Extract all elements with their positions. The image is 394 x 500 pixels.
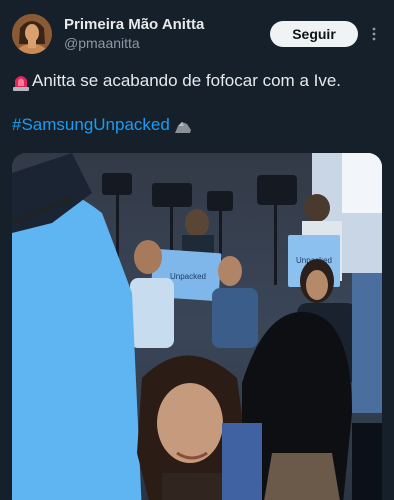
siren-emoji-icon (12, 71, 30, 91)
tweet-photo[interactable]: Unpacked Unpacked (12, 153, 382, 500)
author-names: Primeira Mão Anitta @pmaanitta (64, 16, 270, 52)
tweet-hashtag-line: #SamsungUnpacked (12, 114, 382, 136)
tweet-header: Primeira Mão Anitta @pmaanitta Seguir (12, 14, 382, 54)
tweet-body: Anitta se acabando de fofocar com a Ive. (32, 71, 342, 90)
display-name[interactable]: Primeira Mão Anitta (64, 16, 270, 34)
tweet: Primeira Mão Anitta @pmaanitta Seguir An… (0, 0, 394, 500)
follow-button[interactable]: Seguir (270, 21, 358, 47)
sign-text-1: Unpacked (170, 272, 206, 281)
tweet-text: Anitta se acabando de fofocar com a Ive. (12, 70, 382, 92)
handle[interactable]: @pmaanitta (64, 34, 270, 52)
avatar-image (12, 14, 52, 54)
rock-emoji-icon (174, 118, 192, 133)
more-options-icon[interactable] (366, 21, 382, 47)
hashtag-link[interactable]: #SamsungUnpacked (12, 114, 170, 136)
avatar[interactable] (12, 14, 52, 54)
